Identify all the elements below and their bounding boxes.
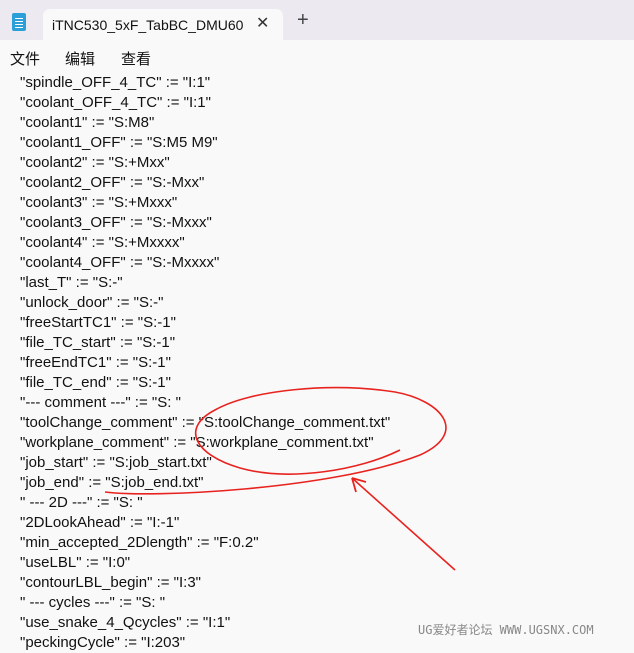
red-annotation	[104, 386, 456, 571]
annotation-circle	[104, 386, 447, 495]
watermark: UG爱好者论坛 WWW.UGSNX.COM	[418, 623, 594, 637]
annotation-arrow-line	[351, 477, 456, 571]
